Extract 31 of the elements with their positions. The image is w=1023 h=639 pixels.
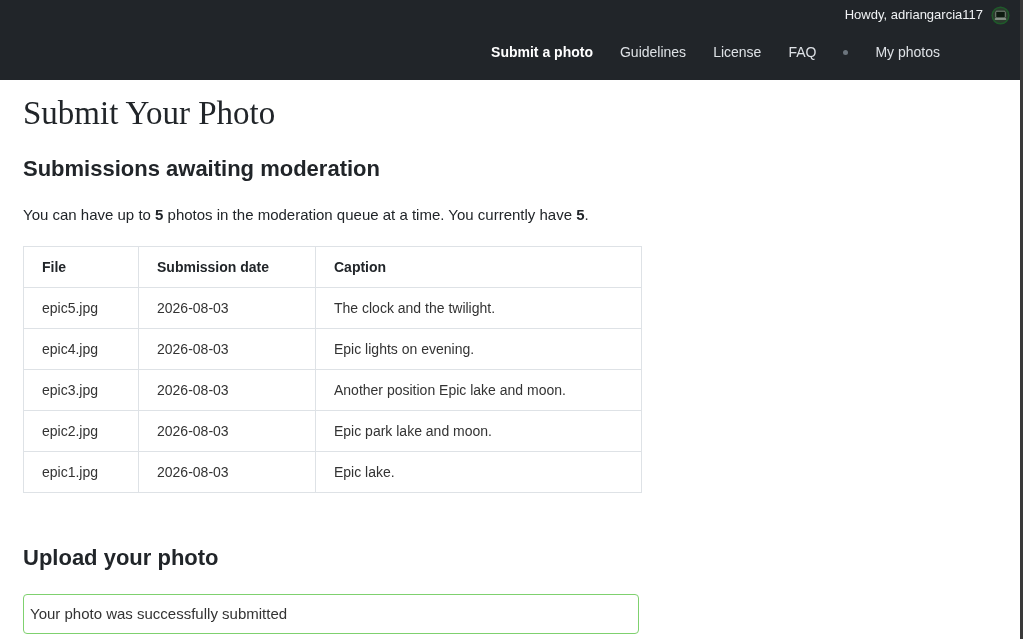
nav-link[interactable]: FAQ xyxy=(788,42,817,63)
column-header: Caption xyxy=(315,247,642,288)
greeting-text: Howdy, adriangarcia117 xyxy=(844,6,983,25)
table-cell: epic5.jpg xyxy=(23,288,139,329)
table-cell: Epic park lake and moon. xyxy=(315,411,642,452)
section-heading: Submissions awaiting moderation xyxy=(23,155,381,182)
table-cell: 2026-08-03 xyxy=(138,452,316,493)
table-cell: 2026-08-03 xyxy=(138,329,316,370)
table-cell: epic1.jpg xyxy=(23,452,139,493)
column-header: Submission date xyxy=(138,247,316,288)
nav-link[interactable]: My photos xyxy=(875,42,940,63)
info-text: You can have up to 5 photos in the moderation queue at a time. You currently have 5. xyxy=(23,205,590,225)
success-message: Your photo was successfully submitted xyxy=(23,593,639,635)
table-cell: epic4.jpg xyxy=(23,329,139,370)
table-cell: Another position Epic lake and moon. xyxy=(315,370,642,411)
section-heading: Upload your photo xyxy=(23,545,220,572)
table-cell: 2026-08-03 xyxy=(138,288,316,329)
table-cell: Epic lights on evening. xyxy=(315,329,642,370)
page-title: Submit Your Photo xyxy=(23,94,277,133)
table-cell: 2026-08-03 xyxy=(138,411,316,452)
nav-link[interactable]: Submit a photo xyxy=(491,42,593,63)
column-header: File xyxy=(23,247,139,288)
table-cell: epic2.jpg xyxy=(23,411,139,452)
dot-separator-icon xyxy=(843,50,849,55)
nav-link[interactable]: Guidelines xyxy=(619,42,687,63)
avatar-icon[interactable] xyxy=(991,5,1010,25)
table-cell: 2026-08-03 xyxy=(138,370,316,411)
nav-link[interactable]: License xyxy=(713,42,762,63)
table-cell: Epic lake. xyxy=(315,452,642,493)
table-cell: The clock and the twilight. xyxy=(315,288,642,329)
table-cell: epic3.jpg xyxy=(23,370,139,411)
